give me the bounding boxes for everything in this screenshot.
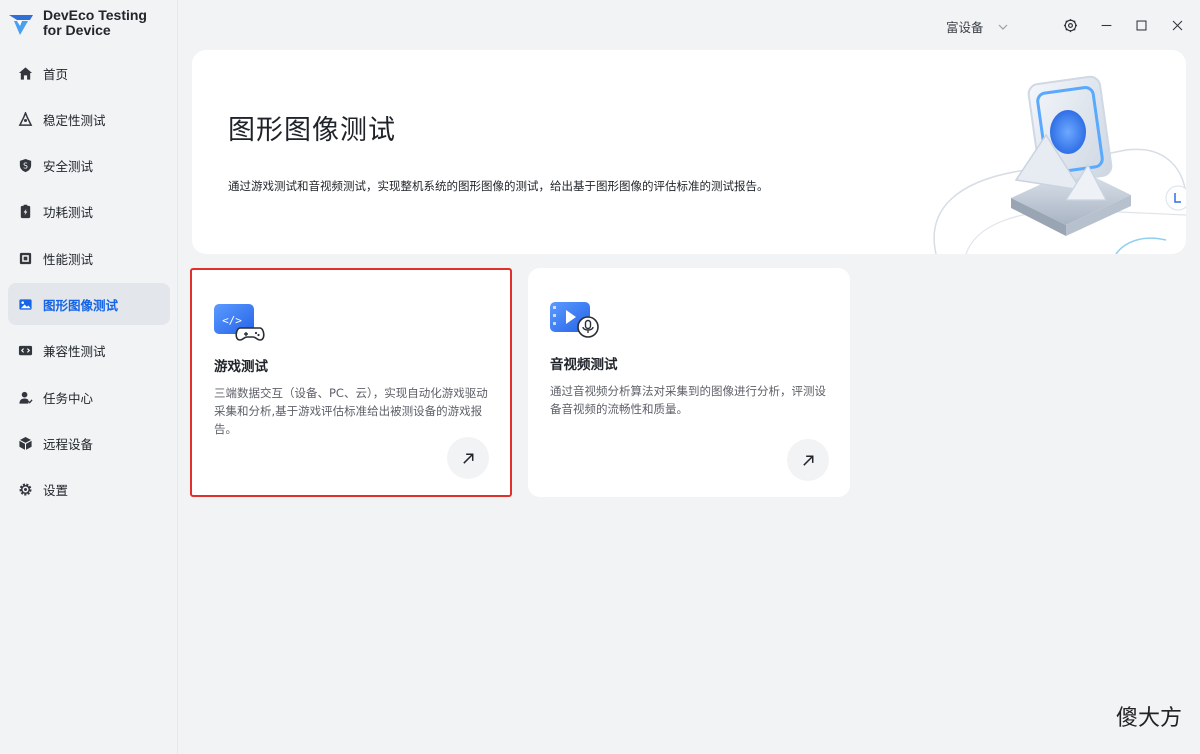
sidebar-nav: 首页 稳定性测试 S 安全测试 功耗测试 性能测试 图形图像测试 兼容性测试 任… xyxy=(8,52,170,515)
device-selector-label: 富设备 xyxy=(946,20,984,35)
app-title-line1: DevEco Testing xyxy=(43,7,147,23)
game-test-icon: </> xyxy=(214,304,265,341)
maximize-button[interactable] xyxy=(1133,17,1149,33)
sidebar-item-label: 稳定性测试 xyxy=(43,112,106,128)
remote-device-icon xyxy=(18,436,33,451)
sidebar-item-performance[interactable]: 性能测试 xyxy=(8,237,170,279)
device-selector[interactable]: 富设备 xyxy=(946,17,1008,36)
open-audio-video-test-button[interactable] xyxy=(787,439,829,481)
game-test-card[interactable]: </> 游戏测试 三端数据交互（设备、PC、云），实现自动化游戏驱动采集和分析,… xyxy=(190,268,512,497)
app-brand: DevEco Testing for Device xyxy=(8,8,147,38)
sidebar: DevEco Testing for Device 首页 稳定性测试 S 安全测… xyxy=(0,0,178,754)
audio-video-test-icon xyxy=(550,302,599,338)
page-description: 通过游戏测试和音视频测试，实现整机系统的图形图像的测试，给出基于图形图像的评估标… xyxy=(228,179,769,193)
page-title: 图形图像测试 xyxy=(228,115,396,146)
sidebar-item-label: 兼容性测试 xyxy=(43,344,106,360)
home-icon xyxy=(18,66,33,81)
sidebar-item-security[interactable]: S 安全测试 xyxy=(8,145,170,187)
performance-icon xyxy=(18,251,33,266)
title-bar: 富设备 xyxy=(178,0,1200,50)
image-icon xyxy=(18,297,33,312)
sidebar-item-task-center[interactable]: 任务中心 xyxy=(8,376,170,418)
card-description: 通过音视频分析算法对采集到的图像进行分析，评测设备音视频的流畅性和质量。 xyxy=(550,384,826,416)
card-title: 游戏测试 xyxy=(214,359,268,375)
arrow-up-right-icon xyxy=(462,453,473,464)
card-description: 三端数据交互（设备、PC、云），实现自动化游戏驱动采集和分析,基于游戏评估标准给… xyxy=(214,386,488,436)
power-icon xyxy=(18,204,33,219)
card-title: 音视频测试 xyxy=(550,357,618,373)
arrow-up-right-icon xyxy=(802,455,813,466)
chevron-down-icon xyxy=(998,24,1007,30)
sidebar-item-label: 首页 xyxy=(43,66,69,82)
sidebar-item-home[interactable]: 首页 xyxy=(8,52,170,94)
app-title-line2: for Device xyxy=(43,22,111,38)
watermark-text: 傻大方 xyxy=(1115,706,1182,731)
stability-icon xyxy=(18,111,33,127)
close-button[interactable] xyxy=(1169,17,1185,33)
sidebar-item-settings[interactable]: 设置 xyxy=(8,469,170,511)
compatibility-icon xyxy=(18,343,33,358)
open-game-test-button[interactable] xyxy=(447,437,489,479)
audio-video-test-card[interactable]: 音视频测试 通过音视频分析算法对采集到的图像进行分析，评测设备音视频的流畅性和质… xyxy=(528,268,850,497)
sidebar-item-label: 远程设备 xyxy=(43,436,94,452)
sidebar-item-stability[interactable]: 稳定性测试 xyxy=(8,98,170,140)
page-header-banner: 图形图像测试 通过游戏测试和音视频测试，实现整机系统的图形图像的测试，给出基于图… xyxy=(192,50,1186,254)
sidebar-item-power[interactable]: 功耗测试 xyxy=(8,191,170,233)
sidebar-item-graphics[interactable]: 图形图像测试 xyxy=(8,283,170,326)
settings-icon xyxy=(18,482,33,497)
sidebar-item-compatibility[interactable]: 兼容性测试 xyxy=(8,330,170,372)
svg-text:</>: </> xyxy=(222,314,242,327)
banner-illustration xyxy=(933,75,1186,254)
minimize-button[interactable] xyxy=(1098,17,1114,33)
sidebar-item-label: 设置 xyxy=(43,483,69,499)
sidebar-item-label: 性能测试 xyxy=(43,251,94,267)
deveco-logo-icon xyxy=(9,15,33,35)
svg-text:S: S xyxy=(23,161,28,170)
sidebar-item-label: 功耗测试 xyxy=(43,205,94,221)
security-shield-icon: S xyxy=(18,158,33,173)
sidebar-item-label: 任务中心 xyxy=(43,390,94,406)
gear-icon[interactable] xyxy=(1062,17,1078,33)
sidebar-item-remote-device[interactable]: 远程设备 xyxy=(8,422,170,464)
sidebar-item-label: 安全测试 xyxy=(43,159,94,175)
sidebar-item-label: 图形图像测试 xyxy=(43,297,119,313)
task-center-icon xyxy=(18,390,33,405)
